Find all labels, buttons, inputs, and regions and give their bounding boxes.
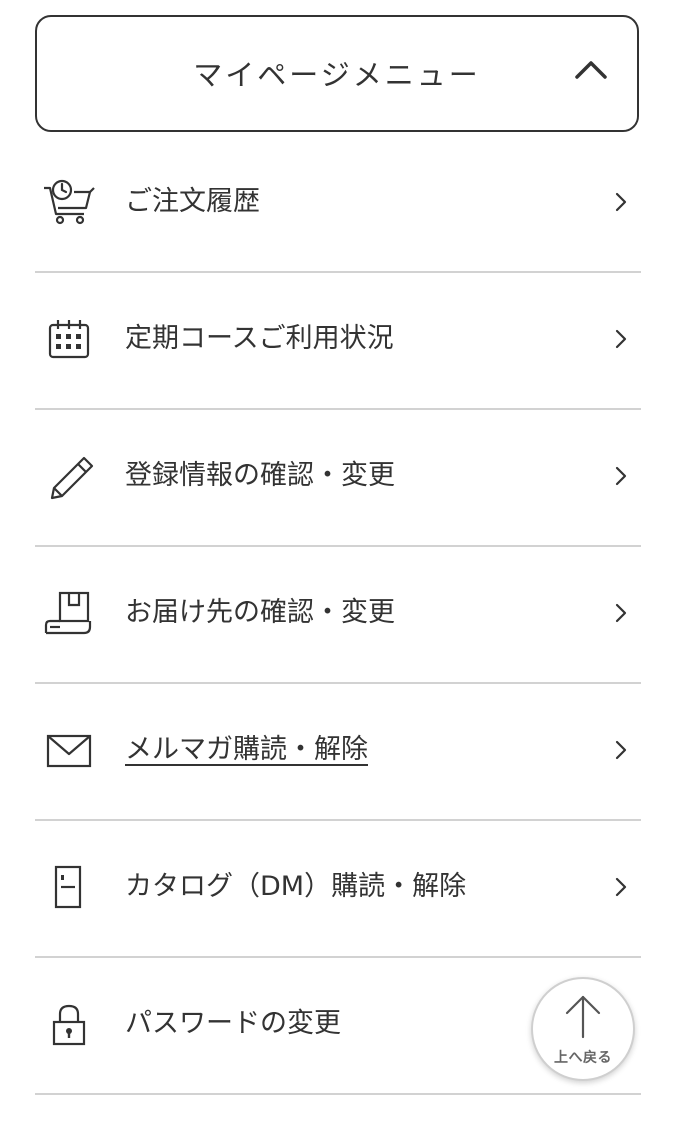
menu-item-label: 定期コースご利用状況: [125, 323, 394, 354]
back-to-top-button[interactable]: 上へ戻る: [531, 977, 635, 1081]
delivery-box-icon: [40, 589, 96, 639]
mypage-menu-title: マイページメニュー: [193, 58, 481, 92]
menu-item-label: ご注文履歴: [125, 186, 260, 217]
order-history-cart-icon: [40, 178, 96, 228]
menu-item-label: パスワードの変更: [125, 1008, 341, 1039]
calendar-icon: [40, 315, 96, 365]
lock-icon: [40, 1000, 96, 1050]
back-to-top-label: 上へ戻る: [554, 1050, 612, 1066]
catalog-icon: [40, 863, 96, 913]
chevron-up-icon: [575, 61, 607, 79]
menu-item-subscription-status[interactable]: 定期コースご利用状況: [35, 273, 641, 410]
chevron-right-icon: [615, 466, 627, 486]
arrow-up-icon: [565, 995, 601, 1039]
menu-item-label: カタログ（DM）購読・解除: [125, 871, 467, 902]
menu-item-label[interactable]: メルマガ購読・解除: [125, 732, 368, 768]
chevron-right-icon: [615, 877, 627, 897]
menu-item-delivery-address[interactable]: お届け先の確認・変更: [35, 547, 641, 684]
mypage-menu-list: ご注文履歴 定期コースご利用状況 登録情報の確認・変更 お届け先の確認・変更 メ…: [35, 136, 641, 1095]
chevron-right-icon: [615, 329, 627, 349]
menu-item-registration-info[interactable]: 登録情報の確認・変更: [35, 410, 641, 547]
menu-item-catalog-dm[interactable]: カタログ（DM）購読・解除: [35, 821, 641, 958]
chevron-right-icon: [615, 740, 627, 760]
menu-item-order-history[interactable]: ご注文履歴: [35, 136, 641, 273]
chevron-right-icon: [615, 603, 627, 623]
menu-item-label: お届け先の確認・変更: [125, 597, 395, 628]
menu-item-label: 登録情報の確認・変更: [125, 460, 395, 491]
envelope-icon: [40, 726, 96, 776]
chevron-right-icon: [615, 192, 627, 212]
mypage-menu-toggle[interactable]: マイページメニュー: [35, 15, 639, 132]
pencil-icon: [40, 452, 96, 502]
menu-item-newsletter[interactable]: メルマガ購読・解除: [35, 684, 641, 821]
